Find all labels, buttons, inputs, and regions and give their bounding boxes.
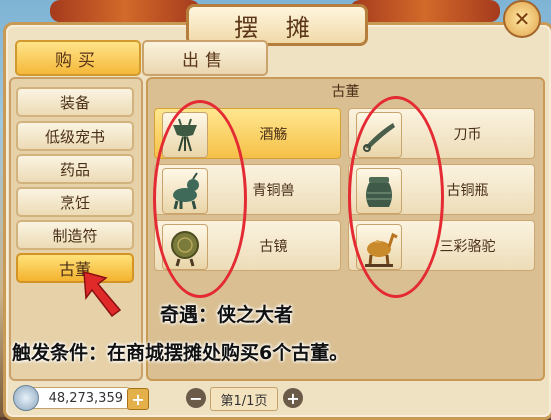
bottom-bar: 48,273,359 + − 第1/1页 +	[0, 383, 551, 417]
highlight-circle-left	[153, 100, 247, 298]
category-crafting-talisman[interactable]: 制造符	[16, 220, 134, 250]
tab-sell[interactable]: 出售	[142, 40, 268, 76]
close-icon: ✕	[513, 7, 531, 31]
silver-coin-icon	[13, 385, 39, 411]
close-button[interactable]: ✕	[503, 0, 541, 38]
category-sidebar: 装备 低级宠书 药品 烹饪 制造符 古董	[9, 77, 143, 381]
page-indicator: 第1/1页	[210, 387, 278, 411]
annotation-line-1: 奇遇：侠之大者	[160, 304, 294, 326]
tab-buy[interactable]: 购买	[15, 40, 141, 76]
prev-page-button[interactable]: −	[186, 388, 206, 408]
category-medicine[interactable]: 药品	[16, 154, 134, 184]
left-ornament	[50, 0, 200, 22]
highlight-circle-right	[348, 96, 444, 298]
category-equipment[interactable]: 装备	[16, 87, 134, 117]
next-page-button[interactable]: +	[283, 388, 303, 408]
category-pet-books[interactable]: 低级宠书	[16, 121, 134, 151]
pointer-arrow-icon	[83, 270, 122, 318]
section-title: 古董	[331, 84, 360, 100]
annotation-line-2: 触发条件：在商城摆摊处购买6个古董。	[12, 342, 349, 364]
category-cooking[interactable]: 烹饪	[16, 187, 134, 217]
right-ornament	[350, 0, 500, 22]
add-money-button[interactable]: +	[127, 388, 149, 410]
